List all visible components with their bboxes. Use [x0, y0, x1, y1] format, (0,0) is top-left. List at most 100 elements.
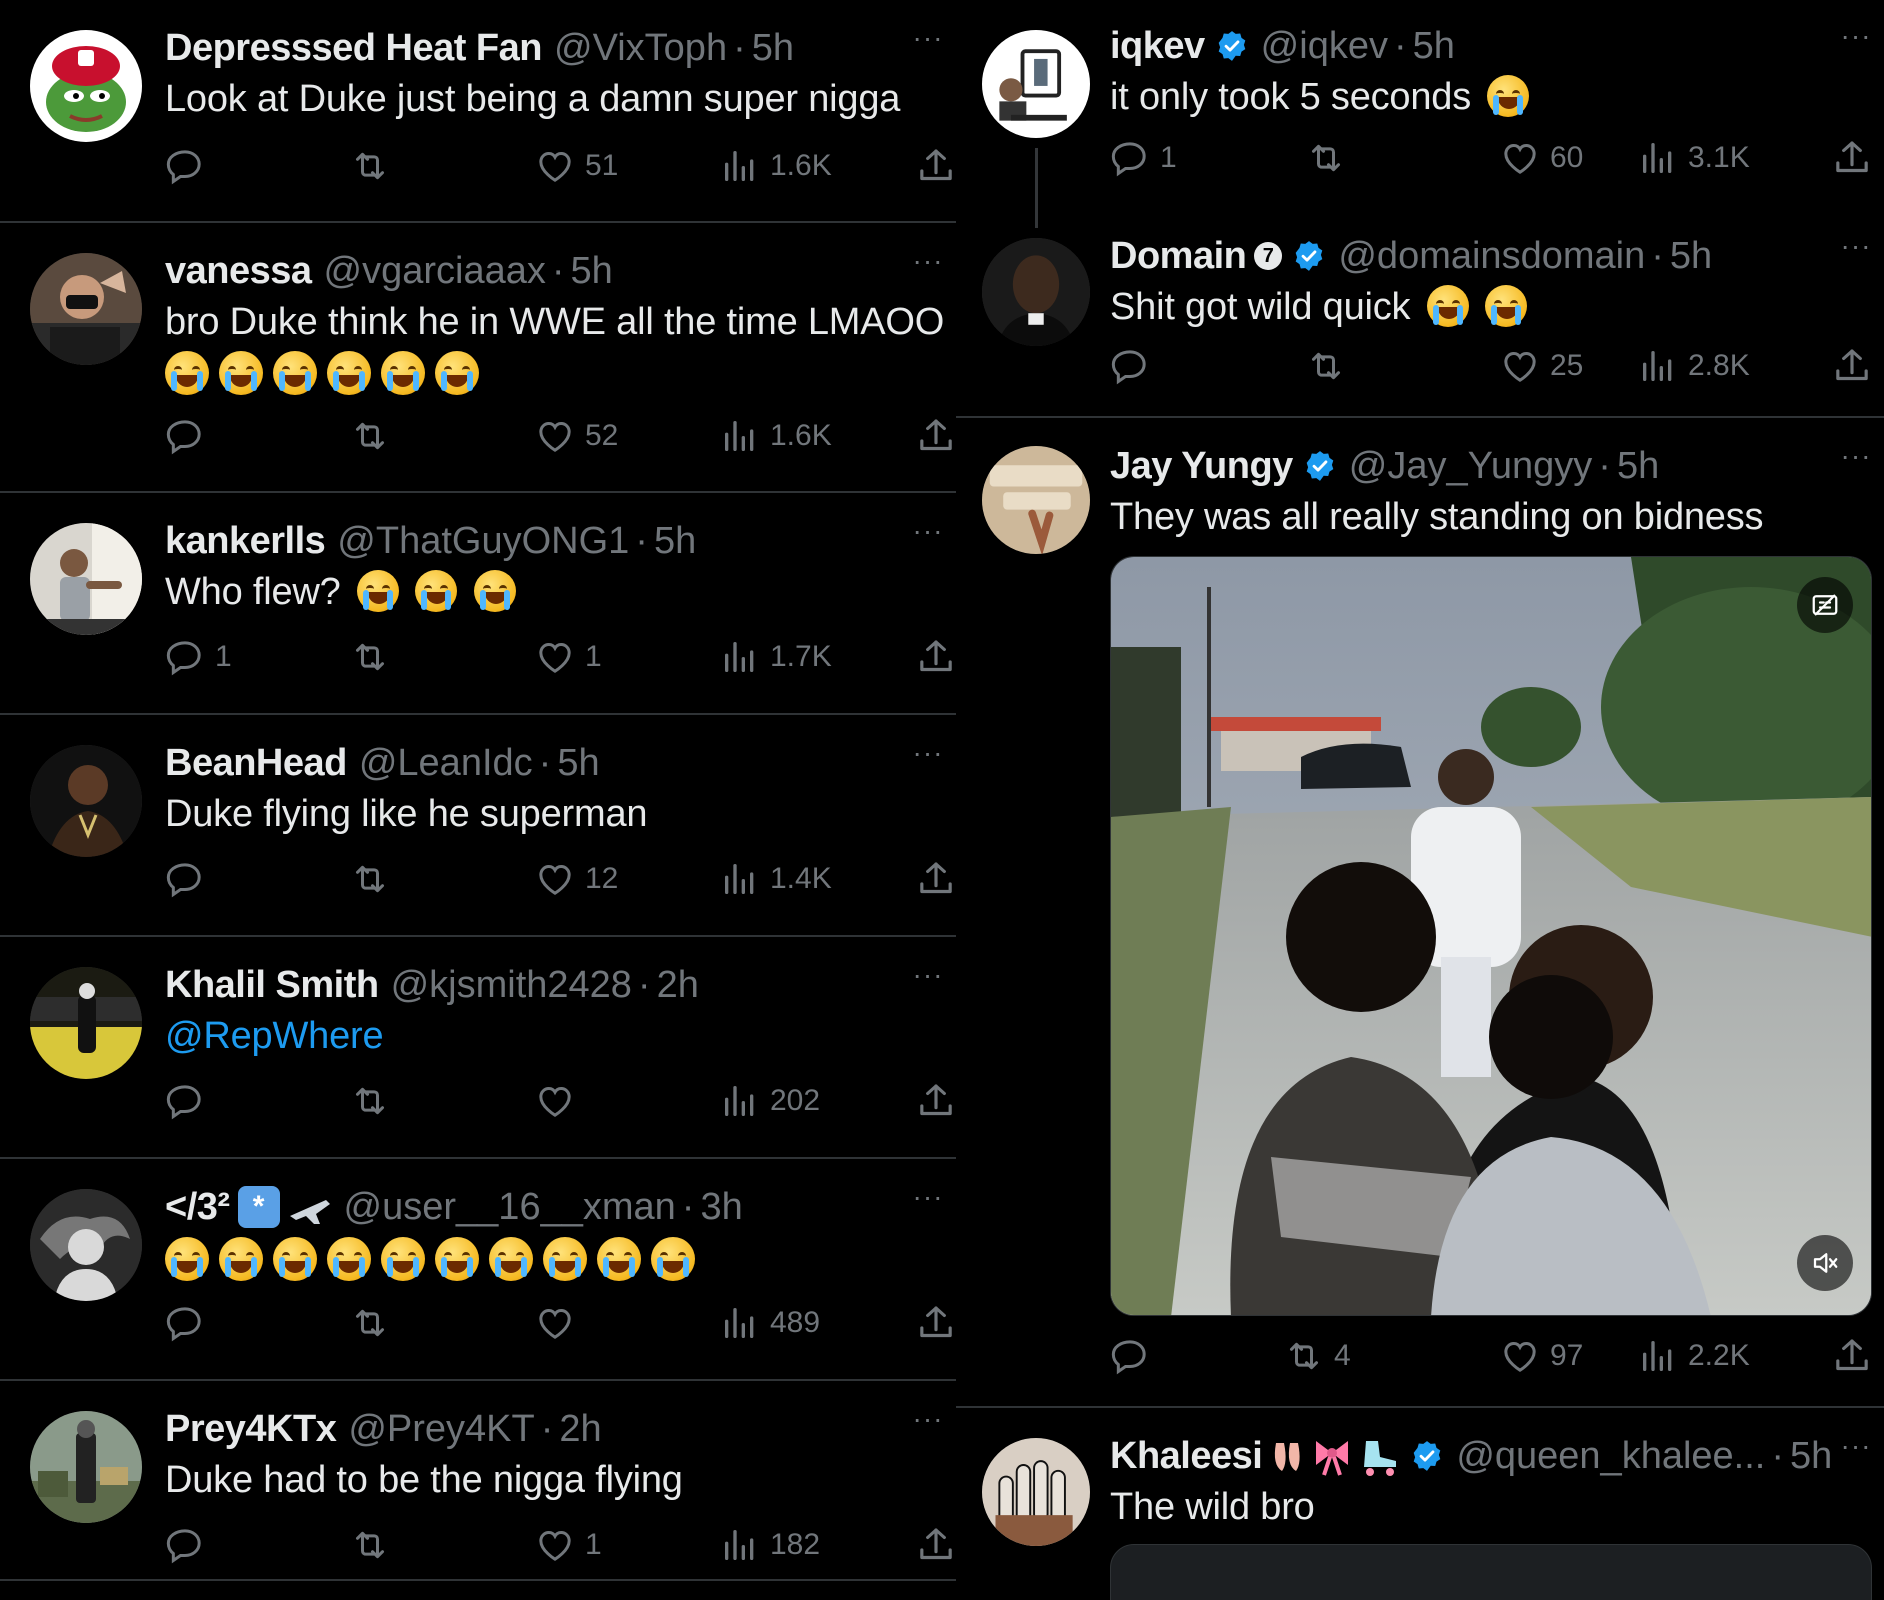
avatar[interactable] [30, 967, 142, 1079]
like-button[interactable]: 97 [1500, 1332, 1583, 1380]
user-handle[interactable]: @VixToph [554, 24, 727, 72]
timestamp[interactable]: 5h [654, 517, 696, 565]
views-button[interactable]: 182 [720, 1521, 820, 1569]
retweet-button[interactable] [1306, 342, 1356, 390]
share-button[interactable] [1832, 1332, 1872, 1380]
user-handle[interactable]: @domainsdomain [1338, 232, 1645, 280]
share-button[interactable] [916, 142, 956, 190]
timestamp[interactable]: 5h [1790, 1432, 1832, 1480]
more-options-icon[interactable]: ··· [908, 247, 948, 281]
more-options-icon[interactable]: ··· [908, 517, 948, 551]
captions-button[interactable] [1797, 577, 1853, 633]
user-handle[interactable]: @ThatGuyONG1 [337, 517, 629, 565]
display-name[interactable]: vanessa [165, 247, 312, 295]
reply-button[interactable]: 1 [1110, 134, 1177, 182]
like-button[interactable]: 1 [535, 633, 602, 681]
retweet-button[interactable] [1306, 134, 1356, 182]
timestamp[interactable]: 5h [1413, 22, 1455, 70]
views-button[interactable]: 1.6K [720, 412, 832, 460]
avatar[interactable] [982, 30, 1090, 138]
timestamp[interactable]: 5h [557, 739, 599, 787]
display-name[interactable]: Prey4KTx [165, 1405, 337, 1453]
avatar[interactable] [30, 523, 142, 635]
views-button[interactable]: 489 [720, 1299, 820, 1347]
more-options-icon[interactable]: ··· [1836, 232, 1876, 266]
user-handle[interactable]: @vgarciaaax [324, 247, 546, 295]
reply-button[interactable] [165, 412, 215, 460]
avatar[interactable] [30, 745, 142, 857]
avatar[interactable] [982, 238, 1090, 346]
tweet[interactable]: Jay Yungy @Jay_Yungyy · 5h ··· They was al… [956, 418, 1884, 1408]
share-button[interactable] [916, 412, 956, 460]
video-player[interactable] [1110, 556, 1872, 1316]
tweet[interactable]: Depresssed Heat Fan @VixToph · 5h ··· Look… [0, 0, 956, 223]
share-button[interactable] [916, 1299, 956, 1347]
tweet[interactable]: vanessa @vgarciaaax · 5h ··· bro Duke thin… [0, 223, 956, 493]
share-button[interactable] [916, 1521, 956, 1569]
timestamp[interactable]: 2h [559, 1405, 601, 1453]
avatar[interactable] [30, 1411, 142, 1523]
display-name[interactable]: Khaleesi [1110, 1432, 1263, 1480]
timestamp[interactable]: 5h [571, 247, 613, 295]
mute-button[interactable] [1797, 1235, 1853, 1291]
like-button[interactable]: 52 [535, 412, 618, 460]
display-name[interactable]: Khalil Smith [165, 961, 379, 1009]
retweet-button[interactable] [350, 1521, 390, 1569]
user-handle[interactable]: @kjsmith2428 [391, 961, 632, 1009]
more-options-icon[interactable]: ··· [908, 1405, 948, 1439]
display-name[interactable]: iqkev [1110, 22, 1205, 70]
reply-button[interactable] [165, 142, 215, 190]
more-options-icon[interactable]: ··· [908, 739, 948, 773]
retweet-button[interactable] [350, 1077, 390, 1125]
like-button[interactable]: 60 [1500, 134, 1583, 182]
user-handle[interactable]: @Prey4KT [348, 1405, 534, 1453]
avatar[interactable] [30, 30, 142, 142]
tweet[interactable]: kankerlls @ThatGuyONG1 · 5h ··· Who flew? … [0, 493, 956, 715]
like-button[interactable]: 1 [535, 1521, 602, 1569]
avatar[interactable] [30, 1189, 142, 1301]
retweet-button[interactable]: 4 [1284, 1332, 1351, 1380]
tweet[interactable]: </3² * @user__16__xman · 3h ··· 489 [0, 1159, 956, 1381]
display-name[interactable]: Jay Yungy [1110, 442, 1293, 490]
share-button[interactable] [1832, 134, 1872, 182]
reply-button[interactable] [165, 1299, 215, 1347]
more-options-icon[interactable]: ··· [1836, 22, 1876, 56]
timestamp[interactable]: 5h [1617, 442, 1659, 490]
views-button[interactable]: 2.2K [1638, 1332, 1750, 1380]
media-preview[interactable] [1110, 1544, 1872, 1600]
share-button[interactable] [1832, 342, 1872, 390]
like-button[interactable]: 12 [535, 855, 618, 903]
more-options-icon[interactable]: ··· [1836, 442, 1876, 476]
tweet[interactable]: iqkev @iqkev · 5h ··· it only took 5 secon… [956, 0, 1884, 208]
user-handle[interactable]: @user__16__xman [344, 1183, 676, 1231]
timestamp[interactable]: 2h [657, 961, 699, 1009]
like-button[interactable]: 51 [535, 142, 618, 190]
tweet[interactable]: Khalil Smith @kjsmith2428 · 2h ··· @RepWhe… [0, 937, 956, 1159]
retweet-button[interactable] [350, 1299, 390, 1347]
user-handle[interactable]: @queen_khalee... [1456, 1432, 1765, 1480]
tweet[interactable]: Khaleesi @queen_khalee... · 5h ··· The wil… [956, 1408, 1884, 1600]
more-options-icon[interactable]: ··· [1836, 1432, 1876, 1466]
share-button[interactable] [916, 633, 956, 681]
like-button[interactable] [535, 1299, 585, 1347]
display-name[interactable]: </3² [165, 1183, 230, 1231]
retweet-button[interactable] [350, 412, 390, 460]
tweet[interactable]: BeanHead @LeanIdc · 5h ··· Duke flying lik… [0, 715, 956, 937]
reply-button[interactable]: 1 [165, 633, 232, 681]
user-handle[interactable]: @LeanIdc [359, 739, 533, 787]
user-handle[interactable]: @iqkev [1261, 22, 1388, 70]
timestamp[interactable]: 5h [1670, 232, 1712, 280]
like-button[interactable]: 25 [1500, 342, 1583, 390]
views-button[interactable]: 3.1K [1638, 134, 1750, 182]
tweet[interactable]: Domain 7 @domainsdomain · 5h ··· Shit got … [956, 208, 1884, 418]
more-options-icon[interactable]: ··· [908, 1183, 948, 1217]
avatar[interactable] [982, 1438, 1090, 1546]
retweet-button[interactable] [350, 855, 390, 903]
user-handle[interactable]: @Jay_Yungyy [1349, 442, 1593, 490]
views-button[interactable]: 2.8K [1638, 342, 1750, 390]
views-button[interactable]: 202 [720, 1077, 820, 1125]
views-button[interactable]: 1.4K [720, 855, 832, 903]
display-name[interactable]: kankerlls [165, 517, 326, 565]
timestamp[interactable]: 3h [700, 1183, 742, 1231]
avatar[interactable] [982, 446, 1090, 554]
